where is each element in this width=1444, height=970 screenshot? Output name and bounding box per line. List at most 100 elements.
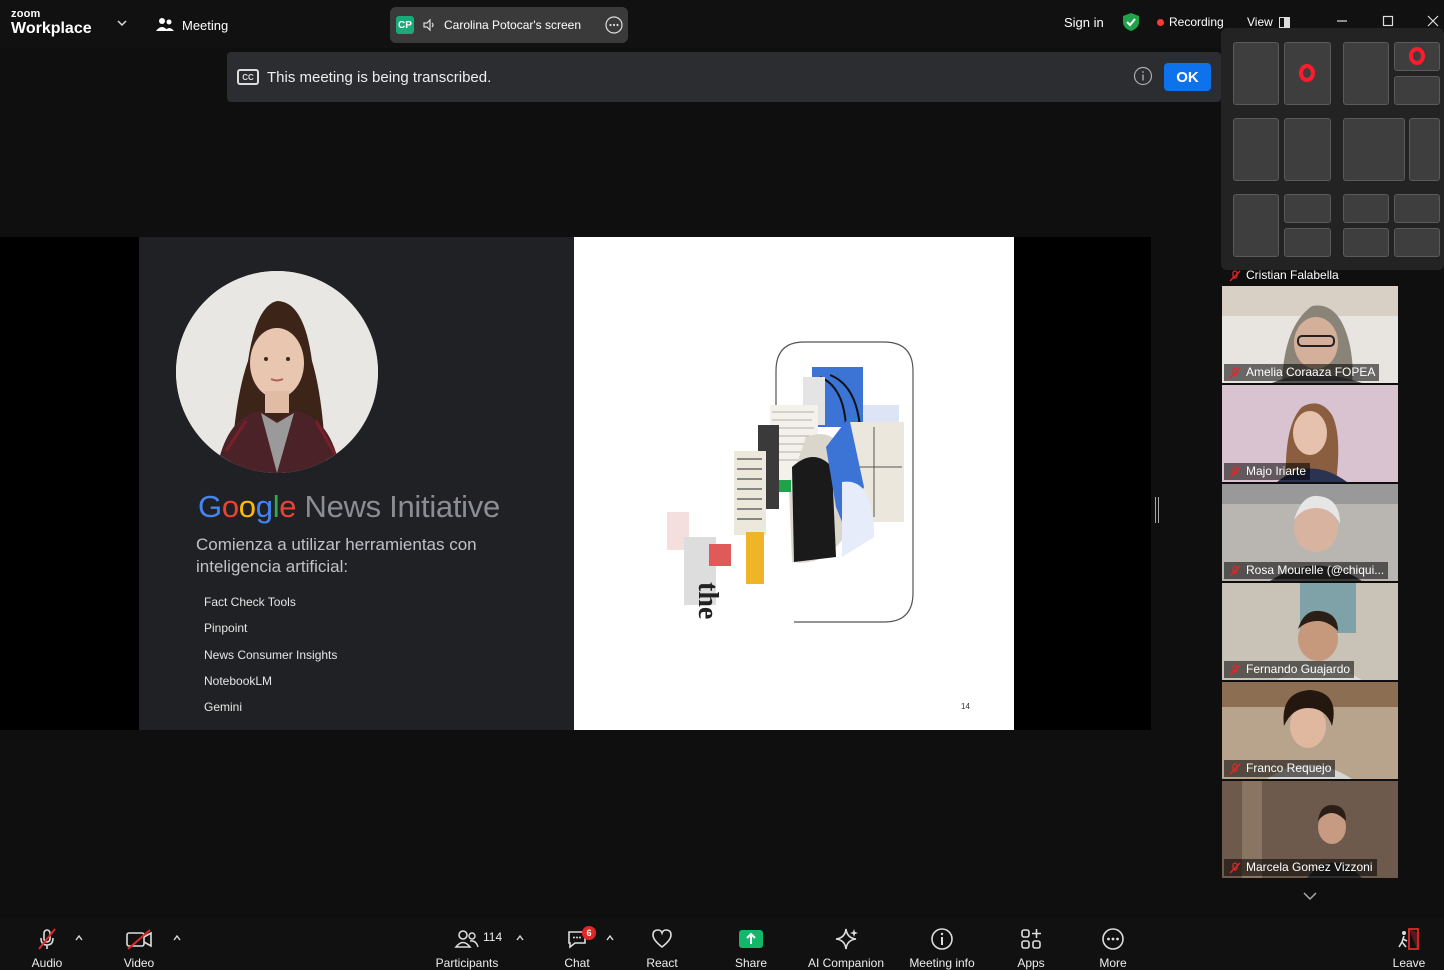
- more-options-icon[interactable]: [605, 16, 623, 34]
- view-label: View: [1247, 15, 1273, 29]
- muted-mic-icon: [38, 928, 56, 950]
- participant-name-tag: Amelia Coraaza FOPEA: [1224, 364, 1380, 381]
- participant-tile[interactable]: Fernando Guajardo: [1222, 583, 1398, 680]
- participant-tile[interactable]: Marcela Gomez Vizzoni: [1222, 781, 1398, 878]
- audio-options-caret-icon[interactable]: [74, 934, 84, 942]
- apps-grid-icon: [1021, 929, 1041, 949]
- participants-button[interactable]: Participants 114: [434, 918, 503, 970]
- list-item: NotebookLM: [204, 673, 273, 688]
- video-off-icon: [126, 929, 152, 950]
- chevron-down-icon[interactable]: [116, 17, 128, 29]
- slide-right-panel: the 14: [574, 237, 1014, 730]
- participant-name-tag: Cristian Falabella: [1224, 267, 1343, 284]
- video-button[interactable]: Video: [117, 918, 161, 970]
- record-dot-icon: [1157, 18, 1164, 26]
- meeting-info-button[interactable]: Meeting info: [906, 918, 978, 970]
- google-news-initiative-logo: Google News Initiative: [198, 489, 500, 525]
- participant-tile[interactable]: Majo Iriarte: [1222, 385, 1398, 482]
- participant-tile[interactable]: Franco Requejo: [1222, 682, 1398, 779]
- participants-icon: [454, 930, 479, 948]
- participant-name-tag: Rosa Mourelle (@chiqui...: [1224, 562, 1389, 579]
- muted-mic-icon: [1229, 565, 1241, 577]
- chat-button[interactable]: Chat 6: [560, 918, 596, 970]
- news-initiative-label: News Initiative: [296, 489, 501, 524]
- shield-check-icon[interactable]: [1122, 12, 1140, 32]
- transcription-banner: CC This meeting is being transcribed. OK: [227, 52, 1221, 102]
- slide-left-panel: Google News Initiative Comienza a utiliz…: [139, 237, 574, 730]
- recording-indicator[interactable]: Recording: [1157, 15, 1224, 29]
- ai-companion-button[interactable]: AI Companion: [806, 918, 886, 970]
- participant-name-tag: Fernando Guajardo: [1224, 661, 1355, 678]
- apps-button[interactable]: Apps: [1012, 918, 1050, 970]
- heart-icon: [652, 929, 672, 949]
- speaker-icon: [423, 18, 434, 32]
- google-letter: e: [279, 489, 297, 524]
- view-button[interactable]: View: [1247, 15, 1290, 29]
- meeting-toolbar: Audio Video Participants 114 Chat 6 Reac…: [0, 918, 1444, 970]
- chat-options-caret-icon[interactable]: [605, 934, 615, 942]
- participant-tile[interactable]: Rosa Mourelle (@chiqui...: [1222, 484, 1398, 581]
- transcription-notice: This meeting is being transcribed.: [267, 68, 492, 86]
- shared-screen[interactable]: Google News Initiative Comienza a utiliz…: [0, 237, 1151, 730]
- muted-mic-icon: [1229, 466, 1241, 478]
- meeting-menu-button[interactable]: Meeting: [156, 14, 228, 36]
- participant-name-tag: Marcela Gomez Vizzoni: [1224, 859, 1377, 876]
- google-wordmark: Google: [198, 489, 297, 524]
- slide-intro-text: Comienza a utilizar herramientas con int…: [196, 535, 477, 576]
- more-icon: [1102, 928, 1124, 950]
- presenter-name: Carolina Potocar's screen: [444, 18, 582, 32]
- close-icon[interactable]: [1426, 14, 1440, 28]
- react-button[interactable]: React: [640, 918, 684, 970]
- presenter-avatar: CP: [396, 16, 414, 34]
- scroll-down-chevron-icon[interactable]: [1301, 890, 1319, 902]
- info-icon[interactable]: [1133, 66, 1153, 86]
- video-options-caret-icon[interactable]: [172, 934, 182, 942]
- sign-in-link[interactable]: Sign in: [1064, 15, 1104, 30]
- list-item: Fact Check Tools: [204, 595, 296, 609]
- share-screen-icon: [739, 930, 763, 948]
- participants-count: 114: [483, 930, 503, 944]
- muted-mic-icon: [1229, 664, 1241, 676]
- screen-share-pill[interactable]: CP Carolina Potocar's screen: [390, 7, 628, 43]
- participants-options-caret-icon[interactable]: [515, 934, 525, 942]
- participant-name-tag: Franco Requejo: [1224, 760, 1336, 777]
- participant-tile[interactable]: Cristian Falabella: [1222, 266, 1398, 284]
- layout-options-popover: [1221, 28, 1444, 270]
- phone-collage-illustration: the: [667, 341, 914, 623]
- panel-resize-handle[interactable]: [1155, 497, 1159, 523]
- grid-layout-icon: [1278, 16, 1290, 28]
- muted-mic-icon: [1229, 270, 1241, 282]
- people-icon: [156, 18, 174, 31]
- opera-icon: [1299, 64, 1315, 82]
- speaker-photo: [176, 271, 378, 473]
- google-letter: G: [198, 489, 222, 524]
- chat-unread-badge: 6: [582, 926, 596, 940]
- audio-button[interactable]: Audio: [25, 918, 69, 970]
- maximize-icon[interactable]: [1381, 14, 1395, 28]
- leave-door-icon: [1398, 928, 1419, 950]
- list-item: Gemini: [204, 700, 243, 715]
- minimize-icon[interactable]: [1335, 14, 1349, 28]
- zoom-workplace-logo: zoom Workplace: [11, 8, 92, 37]
- ok-button[interactable]: OK: [1164, 63, 1211, 91]
- share-button[interactable]: Share: [730, 918, 772, 970]
- participant-tile[interactable]: Amelia Coraaza FOPEA: [1222, 286, 1398, 383]
- sparkle-icon: [835, 928, 858, 950]
- participant-name-tag: Majo Iriarte: [1224, 463, 1311, 480]
- list-item: News Consumer Insights: [204, 647, 338, 662]
- leave-button[interactable]: Leave: [1390, 918, 1428, 970]
- google-letter: o: [221, 489, 239, 524]
- svg-text:the: the: [692, 582, 723, 619]
- muted-mic-icon: [1229, 763, 1241, 775]
- list-item: Pinpoint: [204, 621, 248, 636]
- more-button[interactable]: More: [1094, 918, 1132, 970]
- opera-icon: [1409, 47, 1425, 65]
- muted-mic-icon: [1229, 862, 1241, 874]
- recording-label: Recording: [1169, 15, 1224, 29]
- meeting-label: Meeting: [182, 17, 229, 33]
- slide-page-number: 14: [961, 702, 970, 711]
- google-letter: o: [238, 489, 256, 524]
- closed-captions-icon: CC: [237, 69, 259, 85]
- info-icon: [931, 928, 953, 950]
- muted-mic-icon: [1229, 367, 1241, 379]
